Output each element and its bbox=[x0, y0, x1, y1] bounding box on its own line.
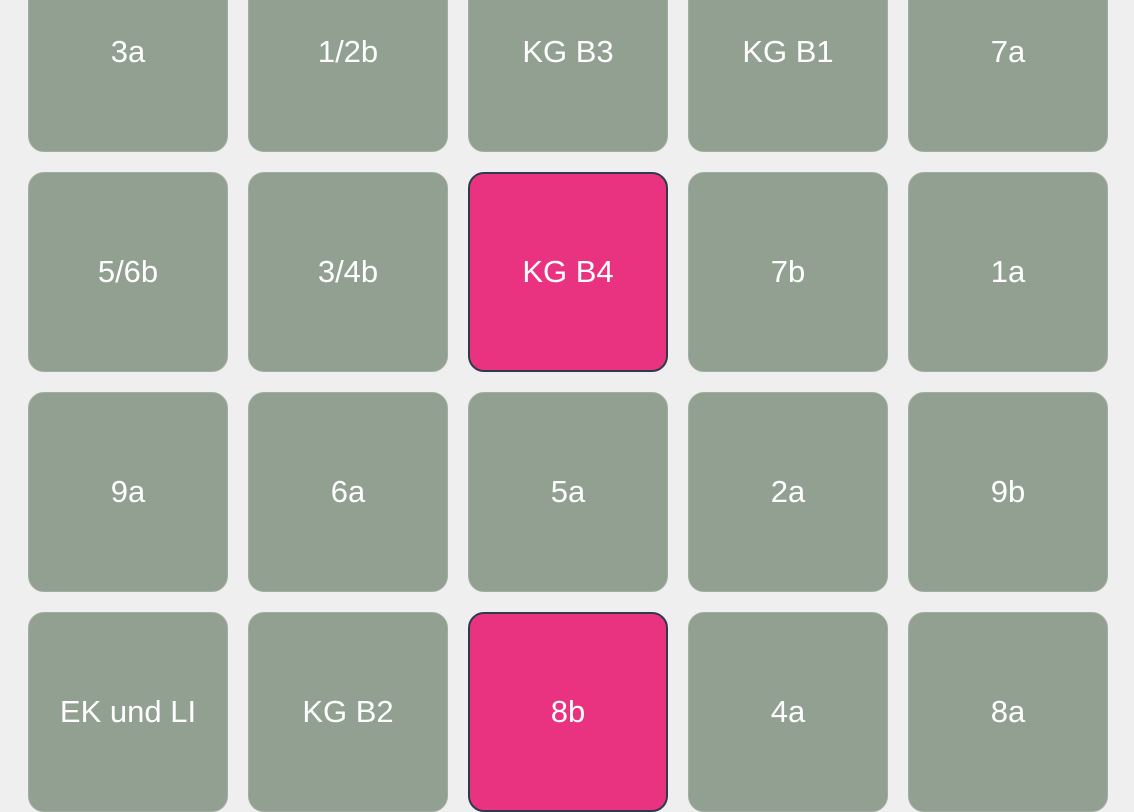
class-tile-5a[interactable]: 5a bbox=[468, 392, 668, 592]
class-tile-1-2b[interactable]: 1/2b bbox=[248, 0, 448, 152]
class-tile-kg-b2[interactable]: KG B2 bbox=[248, 612, 448, 812]
class-tile-7b[interactable]: 7b bbox=[688, 172, 888, 372]
class-tile-9b[interactable]: 9b bbox=[908, 392, 1108, 592]
class-tile-4a[interactable]: 4a bbox=[688, 612, 888, 812]
class-tile-3-4b[interactable]: 3/4b bbox=[248, 172, 448, 372]
class-tile-6a[interactable]: 6a bbox=[248, 392, 448, 592]
class-tile-kg-b3[interactable]: KG B3 bbox=[468, 0, 668, 152]
class-tile-ek-und-li[interactable]: EK und LI bbox=[28, 612, 228, 812]
class-tile-3a[interactable]: 3a bbox=[28, 0, 228, 152]
class-tile-grid: 3a 1/2b KG B3 KG B1 7a 5/6b 3/4b KG B4 7… bbox=[28, 0, 1108, 812]
class-tile-8a[interactable]: 8a bbox=[908, 612, 1108, 812]
class-tile-7a[interactable]: 7a bbox=[908, 0, 1108, 152]
class-tile-kg-b1[interactable]: KG B1 bbox=[688, 0, 888, 152]
class-tile-kg-b4[interactable]: KG B4 bbox=[468, 172, 668, 372]
class-tile-5-6b[interactable]: 5/6b bbox=[28, 172, 228, 372]
class-tile-1a[interactable]: 1a bbox=[908, 172, 1108, 372]
class-tile-8b[interactable]: 8b bbox=[468, 612, 668, 812]
class-tile-2a[interactable]: 2a bbox=[688, 392, 888, 592]
class-tile-9a[interactable]: 9a bbox=[28, 392, 228, 592]
